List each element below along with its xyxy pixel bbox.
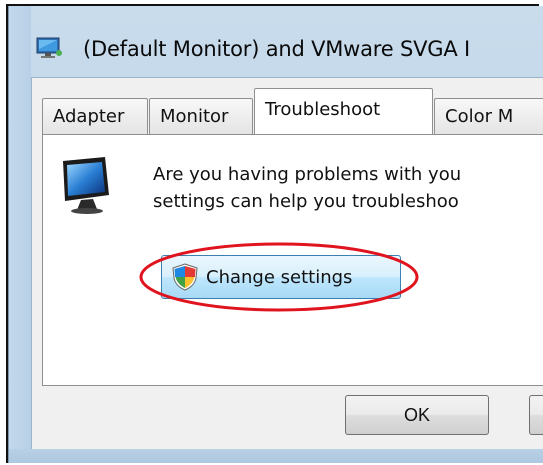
troubleshoot-panel: Are you having problems with you setting…	[42, 134, 543, 386]
cancel-button[interactable]	[529, 395, 543, 435]
ok-button[interactable]: OK	[345, 395, 489, 435]
window-bottom-border	[9, 449, 543, 463]
change-settings-button[interactable]: Change settings	[161, 255, 401, 299]
title-bar[interactable]: (Default Monitor) and VMware SVGA I	[9, 6, 543, 68]
description-line-1: Are you having problems with you	[153, 164, 462, 185]
monitor-icon	[63, 157, 109, 214]
display-properties-window: (Default Monitor) and VMware SVGA I Adap…	[8, 6, 543, 463]
tab-color-label: Color M	[445, 106, 514, 127]
dialog-client-area: Adapter Monitor Troubleshoot Color M Are…	[31, 77, 543, 449]
window-title: (Default Monitor) and VMware SVGA I	[83, 37, 470, 61]
tab-color-management[interactable]: Color M	[434, 98, 543, 134]
tab-adapter-label: Adapter	[53, 106, 125, 127]
uac-shield-icon	[172, 263, 198, 291]
tab-troubleshoot-label: Troubleshoot	[265, 99, 381, 120]
tab-monitor-label: Monitor	[160, 106, 229, 127]
tab-troubleshoot[interactable]: Troubleshoot	[254, 88, 433, 134]
troubleshoot-description: Are you having problems with you setting…	[153, 161, 461, 215]
tab-adapter[interactable]: Adapter	[42, 98, 148, 134]
window-left-border	[9, 6, 31, 463]
display-settings-icon	[36, 37, 62, 58]
tab-monitor[interactable]: Monitor	[149, 98, 253, 134]
change-settings-label: Change settings	[206, 266, 353, 288]
ok-label: OK	[403, 404, 430, 425]
description-line-2: settings can help you troubleshoo	[153, 191, 459, 212]
